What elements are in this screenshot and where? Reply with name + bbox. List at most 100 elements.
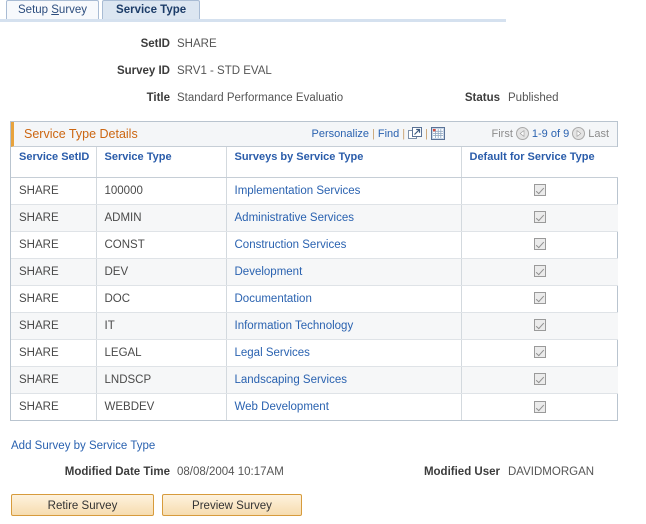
status-label: Status (464, 92, 500, 104)
modified-date-time-value: 08/08/2004 10:17AM (177, 466, 284, 478)
cell-surveys-by-service-type: Web Development (226, 393, 462, 420)
cell-service-setid: SHARE (11, 339, 97, 367)
cell-surveys-by-service-type: Landscaping Services (226, 366, 462, 394)
cell-default-for-service-type (461, 231, 618, 259)
cell-service-type: DOC (96, 285, 227, 313)
personalize-link[interactable]: Personalize (312, 128, 369, 140)
table-row: SHARE DOC Documentation (11, 285, 618, 313)
action-separator-2: | (402, 128, 406, 140)
default-checkbox (533, 400, 546, 413)
setid-label: SetID (140, 38, 170, 50)
survey-link[interactable]: Legal Services (235, 347, 310, 359)
cell-service-type: IT (96, 312, 227, 340)
cell-default-for-service-type (461, 204, 618, 232)
cell-surveys-by-service-type: Development (226, 258, 462, 286)
cell-surveys-by-service-type: Information Technology (226, 312, 462, 340)
field-row-title: Title Standard Performance Evaluatio Sta… (0, 92, 646, 119)
retire-survey-button[interactable]: Retire Survey (11, 494, 154, 516)
action-separator-1: | (372, 128, 375, 140)
cell-service-type: LEGAL (96, 339, 227, 367)
cell-default-for-service-type (461, 285, 618, 313)
column-header-service-type[interactable]: Service Type (96, 147, 227, 178)
survey-link[interactable]: Landscaping Services (235, 374, 348, 386)
service-type-table: Service SetID Service Type Surveys by Se… (11, 147, 618, 420)
survey-link[interactable]: Implementation Services (235, 185, 361, 197)
column-header-service-setid[interactable]: Service SetID (11, 147, 97, 178)
survey-link[interactable]: Construction Services (235, 239, 347, 251)
cell-surveys-by-service-type: Documentation (226, 285, 462, 313)
default-checkbox (533, 184, 546, 197)
survey-id-value: SRV1 - STD EVAL (177, 65, 272, 77)
modified-user-label: Modified User (423, 466, 500, 478)
cell-service-type: DEV (96, 258, 227, 286)
field-row-survey-id: Survey ID SRV1 - STD EVAL (0, 65, 646, 92)
title-value: Standard Performance Evaluatio (177, 92, 344, 104)
table-row: SHARE 100000 Implementation Services (11, 177, 618, 205)
survey-id-label: Survey ID (116, 65, 170, 77)
column-header-surveys-by-service-type[interactable]: Surveys by Service Type (226, 147, 462, 178)
survey-link[interactable]: Administrative Services (235, 212, 355, 224)
default-checkbox (533, 319, 546, 332)
survey-link[interactable]: Development (235, 266, 303, 278)
cell-service-type: LNDSCP (96, 366, 227, 394)
modified-date-time-label: Modified Date Time (64, 466, 170, 478)
default-checkbox (533, 373, 546, 386)
default-checkbox (533, 292, 546, 305)
modified-user-value: DAVIDMORGAN (508, 466, 595, 478)
cell-surveys-by-service-type: Implementation Services (226, 177, 462, 205)
table-row: SHARE ADMIN Administrative Services (11, 204, 618, 232)
cell-service-setid: SHARE (11, 312, 97, 340)
cell-service-setid: SHARE (11, 366, 97, 394)
new-window-icon[interactable] (408, 127, 423, 143)
cell-default-for-service-type (461, 258, 618, 286)
cell-default-for-service-type (461, 366, 618, 394)
default-checkbox (533, 211, 546, 224)
table-row: SHARE LEGAL Legal Services (11, 339, 618, 367)
table-row: SHARE CONST Construction Services (11, 231, 618, 259)
cell-service-setid: SHARE (11, 231, 97, 259)
cell-default-for-service-type (461, 339, 618, 367)
tab-underline (0, 19, 506, 22)
cell-service-setid: SHARE (11, 393, 97, 420)
cell-service-type: ADMIN (96, 204, 227, 232)
tab-service-type[interactable]: Service Type (102, 0, 201, 19)
tab-bar: Setup Survey Service Type (0, 0, 646, 22)
survey-link[interactable]: Documentation (235, 293, 312, 305)
cell-service-setid: SHARE (11, 177, 97, 205)
column-header-default-for-service-type[interactable]: Default for Service Type (461, 147, 618, 178)
cell-surveys-by-service-type: Administrative Services (226, 204, 462, 232)
cell-surveys-by-service-type: Construction Services (226, 231, 462, 259)
cell-default-for-service-type (461, 177, 618, 205)
preview-survey-button[interactable]: Preview Survey (162, 494, 302, 516)
cell-service-setid: SHARE (11, 258, 97, 286)
service-type-details-grid: Service Type Details Personalize | Find | | (10, 121, 618, 421)
field-row-setid: SetID SHARE (0, 38, 646, 65)
find-link[interactable]: Find (378, 128, 399, 140)
cell-service-type: WEBDEV (96, 393, 227, 420)
survey-link[interactable]: Web Development (235, 401, 329, 413)
add-survey-by-service-type-link[interactable]: Add Survey by Service Type (11, 440, 155, 452)
cell-surveys-by-service-type: Legal Services (226, 339, 462, 367)
last-page-label: Last (588, 128, 609, 140)
cell-default-for-service-type (461, 312, 618, 340)
first-page-label: First (491, 128, 513, 140)
grid-title: Service Type Details (24, 127, 138, 141)
cell-service-setid: SHARE (11, 204, 97, 232)
previous-page-icon[interactable] (515, 127, 529, 143)
grid-pagination: First 1-9 of 9 Last (491, 127, 609, 143)
table-row: SHARE WEBDEV Web Development (11, 393, 618, 420)
grid-actions: Personalize | Find | | (312, 127, 445, 143)
setid-value: SHARE (177, 38, 217, 50)
survey-link[interactable]: Information Technology (235, 320, 354, 332)
spreadsheet-download-icon[interactable] (431, 127, 445, 143)
action-separator-3: | (425, 128, 428, 140)
tab-setup-survey[interactable]: Setup Survey (6, 0, 100, 19)
table-row: SHARE DEV Development (11, 258, 618, 286)
cell-service-type: CONST (96, 231, 227, 259)
cell-service-setid: SHARE (11, 285, 97, 313)
status-value: Published (508, 92, 559, 104)
grid-header-bar: Service Type Details Personalize | Find | | (11, 122, 617, 147)
next-page-icon[interactable] (572, 127, 586, 143)
page-range-link[interactable]: 1-9 of 9 (532, 128, 569, 140)
cell-default-for-service-type (461, 393, 618, 420)
